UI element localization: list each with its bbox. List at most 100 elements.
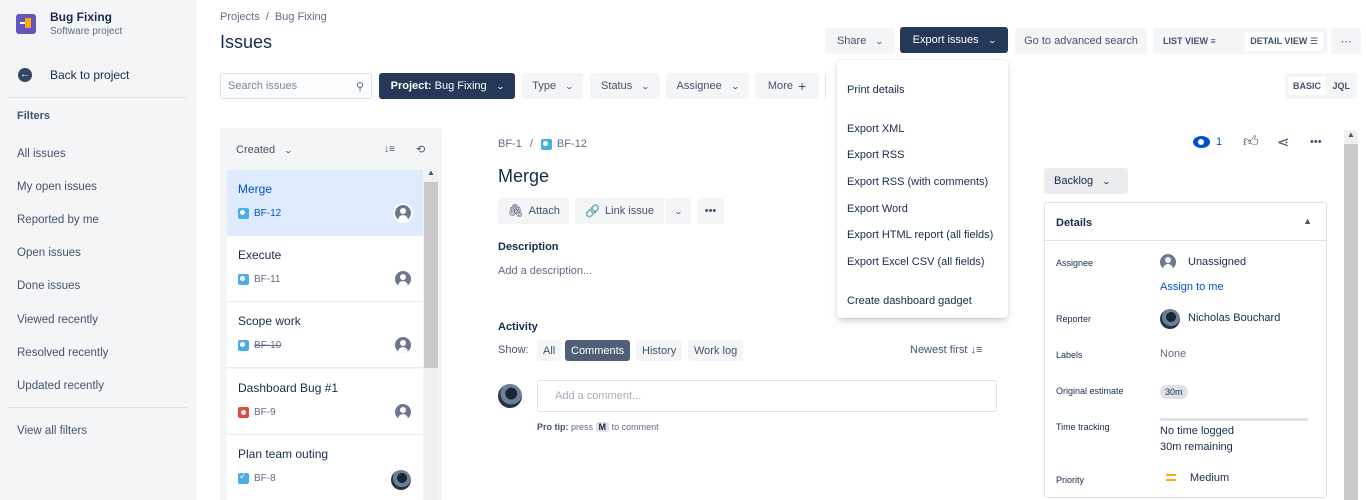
scrollbar-thumb[interactable] <box>1344 144 1358 500</box>
parent-issue-link[interactable]: BF-1 <box>498 138 522 150</box>
status-filter-button[interactable]: Status ⌄ <box>590 73 660 99</box>
filter-my-open-issues[interactable]: My open issues <box>17 181 97 193</box>
assignee-filter-button[interactable]: Assignee ⌄ <box>666 73 749 99</box>
reporter-value[interactable]: Nicholas Bouchard <box>1188 312 1280 324</box>
issue-list-item[interactable]: Dashboard Bug #1 BF-9 <box>227 369 423 435</box>
view-toggle: LIST VIEW ≡ DETAIL VIEW ☰ <box>1153 28 1327 54</box>
issue-list-item-key: BF-10 <box>238 340 281 351</box>
more-icon[interactable]: ••• <box>1310 136 1322 148</box>
labels-label: Labels <box>1056 350 1083 360</box>
assignee-label: Assignee <box>1056 258 1094 268</box>
detail-view-button[interactable]: DETAIL VIEW ☰ <box>1245 31 1323 51</box>
filter-reported-by-me[interactable]: Reported by me <box>17 214 99 226</box>
watch-button[interactable]: 1 <box>1193 136 1222 148</box>
detail-scrollbar[interactable]: ▲ <box>1344 130 1358 500</box>
status-dropdown[interactable]: Backlog ⌄ <box>1044 168 1128 194</box>
filter-all-issues[interactable]: All issues <box>17 148 66 160</box>
advanced-search-button[interactable]: Go to advanced search <box>1015 28 1147 54</box>
issue-list-item[interactable]: Execute BF-11 <box>227 236 423 302</box>
scroll-up-icon[interactable]: ▲ <box>1347 130 1355 139</box>
paperclip-icon: 🖇 <box>507 203 524 218</box>
project-type: Software project <box>50 26 123 37</box>
breadcrumb-projects[interactable]: Projects <box>220 11 260 23</box>
issue-breadcrumb: BF-1 / BF-12 <box>498 138 587 150</box>
unassigned-avatar <box>393 402 413 422</box>
back-to-project-link[interactable]: ← Back to project <box>18 68 129 82</box>
comment-field[interactable] <box>537 380 997 412</box>
issue-list-item[interactable]: Merge BF-12 <box>227 170 423 236</box>
menu-item-export-html[interactable]: Export HTML report (all fields) <box>847 229 993 241</box>
filter-updated-recently[interactable]: Updated recently <box>17 380 104 392</box>
issue-list-item-title: Execute <box>238 248 282 262</box>
link-issue-button[interactable]: 🔗 Link issue <box>575 198 664 224</box>
search-field[interactable]: ⚲ <box>220 73 372 99</box>
breadcrumb-bug-fixing[interactable]: Bug Fixing <box>275 11 327 23</box>
menu-item-export-xml[interactable]: Export XML <box>847 123 904 135</box>
filter-done-issues[interactable]: Done issues <box>17 280 80 292</box>
sort-order-icon[interactable]: ↓≡ <box>384 144 395 155</box>
refresh-icon[interactable]: ⟲ <box>416 143 425 156</box>
search-input[interactable] <box>228 80 348 92</box>
view-all-filters-link[interactable]: View all filters <box>17 425 87 437</box>
menu-item-create-gadget[interactable]: Create dashboard gadget <box>847 295 972 307</box>
issue-key-link[interactable]: BF-12 <box>557 138 587 150</box>
filter-resolved-recently[interactable]: Resolved recently <box>17 347 108 359</box>
activity-filter-all[interactable]: All <box>537 340 562 361</box>
chevron-down-icon: ⌄ <box>283 146 294 155</box>
time-tracking-bar[interactable] <box>1160 418 1308 421</box>
thumbs-up-icon[interactable]: 👍︎ <box>1243 133 1259 151</box>
unassigned-avatar <box>393 269 413 289</box>
labels-value[interactable]: None <box>1160 348 1186 360</box>
link-issue-label: Link issue <box>605 205 654 217</box>
jql-mode-button[interactable]: JQL <box>1328 81 1354 91</box>
menu-item-export-word[interactable]: Export Word <box>847 203 908 215</box>
issue-list-item[interactable]: Scope work BF-10 <box>227 302 423 368</box>
basic-mode-button[interactable]: BASIC <box>1288 77 1327 95</box>
filter-viewed-recently[interactable]: Viewed recently <box>17 314 98 326</box>
pro-tip: Pro tip: press M to comment <box>537 422 659 432</box>
more-actions-button[interactable]: ⋯ <box>1331 28 1361 54</box>
link-issue-dropdown-button[interactable]: ⌄ <box>665 198 691 224</box>
list-view-button[interactable]: LIST VIEW ≡ <box>1157 36 1222 46</box>
issue-title[interactable]: Merge <box>498 166 549 187</box>
menu-item-export-csv[interactable]: Export Excel CSV (all fields) <box>847 256 985 268</box>
scroll-up-icon[interactable]: ▲ <box>427 168 435 177</box>
activity-filter-work-log[interactable]: Work log <box>688 340 744 361</box>
issue-key: BF-12 <box>254 208 282 219</box>
menu-item-export-rss[interactable]: Export RSS <box>847 149 904 161</box>
filter-open-issues[interactable]: Open issues <box>17 247 81 259</box>
chevron-up-icon[interactable]: ▲ <box>1303 216 1312 226</box>
export-issues-button[interactable]: Export issues ⌄ <box>900 27 1008 53</box>
menu-item-export-rss-comments[interactable]: Export RSS (with comments) <box>847 176 988 188</box>
subtask-icon <box>540 138 552 150</box>
sort-newest-first-button[interactable]: Newest first ↓≡ <box>910 344 982 356</box>
assign-to-me-link[interactable]: Assign to me <box>1160 281 1224 293</box>
more-filters-button[interactable]: More + <box>755 73 819 99</box>
chevron-down-icon: ⌄ <box>987 35 997 45</box>
menu-item-print-details[interactable]: Print details <box>847 84 904 96</box>
share-icon[interactable]: ⋖ <box>1277 133 1290 151</box>
type-filter-button[interactable]: Type ⌄ <box>522 73 583 99</box>
issue-list-item[interactable]: Plan team outing BF-8 <box>227 435 423 500</box>
issue-list-scrollbar[interactable]: ▲ <box>424 168 438 500</box>
comment-input[interactable] <box>555 381 979 411</box>
chevron-down-icon: ⌄ <box>1101 176 1112 186</box>
priority-value[interactable]: Medium <box>1190 472 1229 484</box>
share-button[interactable]: Share ⌄ <box>825 28 895 54</box>
attach-button[interactable]: 🖇 Attach <box>498 198 569 224</box>
original-estimate-value[interactable]: 30m <box>1160 385 1188 399</box>
issue-key: BF-8 <box>254 473 276 484</box>
project-filter-button[interactable]: Project: Bug Fixing ⌄ <box>379 73 515 99</box>
activity-filter-comments[interactable]: Comments <box>565 340 631 361</box>
issue-list-panel: Created ⌄ ↓≡ ⟲ Merge BF-12 Execute BF-11 Scop… <box>220 128 442 500</box>
project-header[interactable]: Bug Fixing Software project <box>16 10 122 37</box>
status-filter-label: Status <box>601 80 633 92</box>
task-icon <box>238 471 249 484</box>
sort-by-dropdown[interactable]: Created ⌄ <box>236 144 294 156</box>
scrollbar-thumb[interactable] <box>424 182 438 368</box>
issue-more-button[interactable]: ••• <box>697 198 724 224</box>
details-header[interactable]: Details ▲ <box>1045 203 1326 241</box>
description-field[interactable]: Add a description... <box>498 265 592 277</box>
assignee-value[interactable]: Unassigned <box>1188 256 1246 268</box>
activity-filter-history[interactable]: History <box>636 340 683 361</box>
